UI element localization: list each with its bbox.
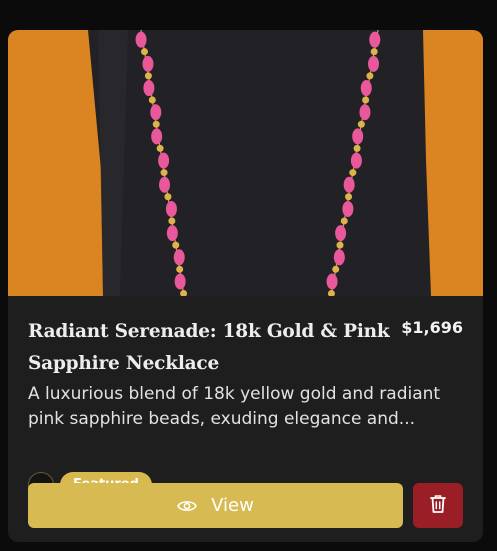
view-button-label: View xyxy=(211,495,254,516)
eye-icon xyxy=(177,499,198,513)
product-title: Radiant Serenade: 18k Gold & Pink Sapphi… xyxy=(28,321,390,374)
delete-button[interactable] xyxy=(413,483,463,528)
product-card: Radiant Serenade: 18k Gold & Pink Sapphi… xyxy=(8,30,483,542)
trash-icon xyxy=(429,494,447,518)
product-description: A luxurious blend of 18k yellow gold and… xyxy=(28,384,441,429)
view-button[interactable]: View xyxy=(28,483,403,528)
product-price: $1,696 xyxy=(401,318,463,337)
product-image[interactable] xyxy=(8,30,483,296)
